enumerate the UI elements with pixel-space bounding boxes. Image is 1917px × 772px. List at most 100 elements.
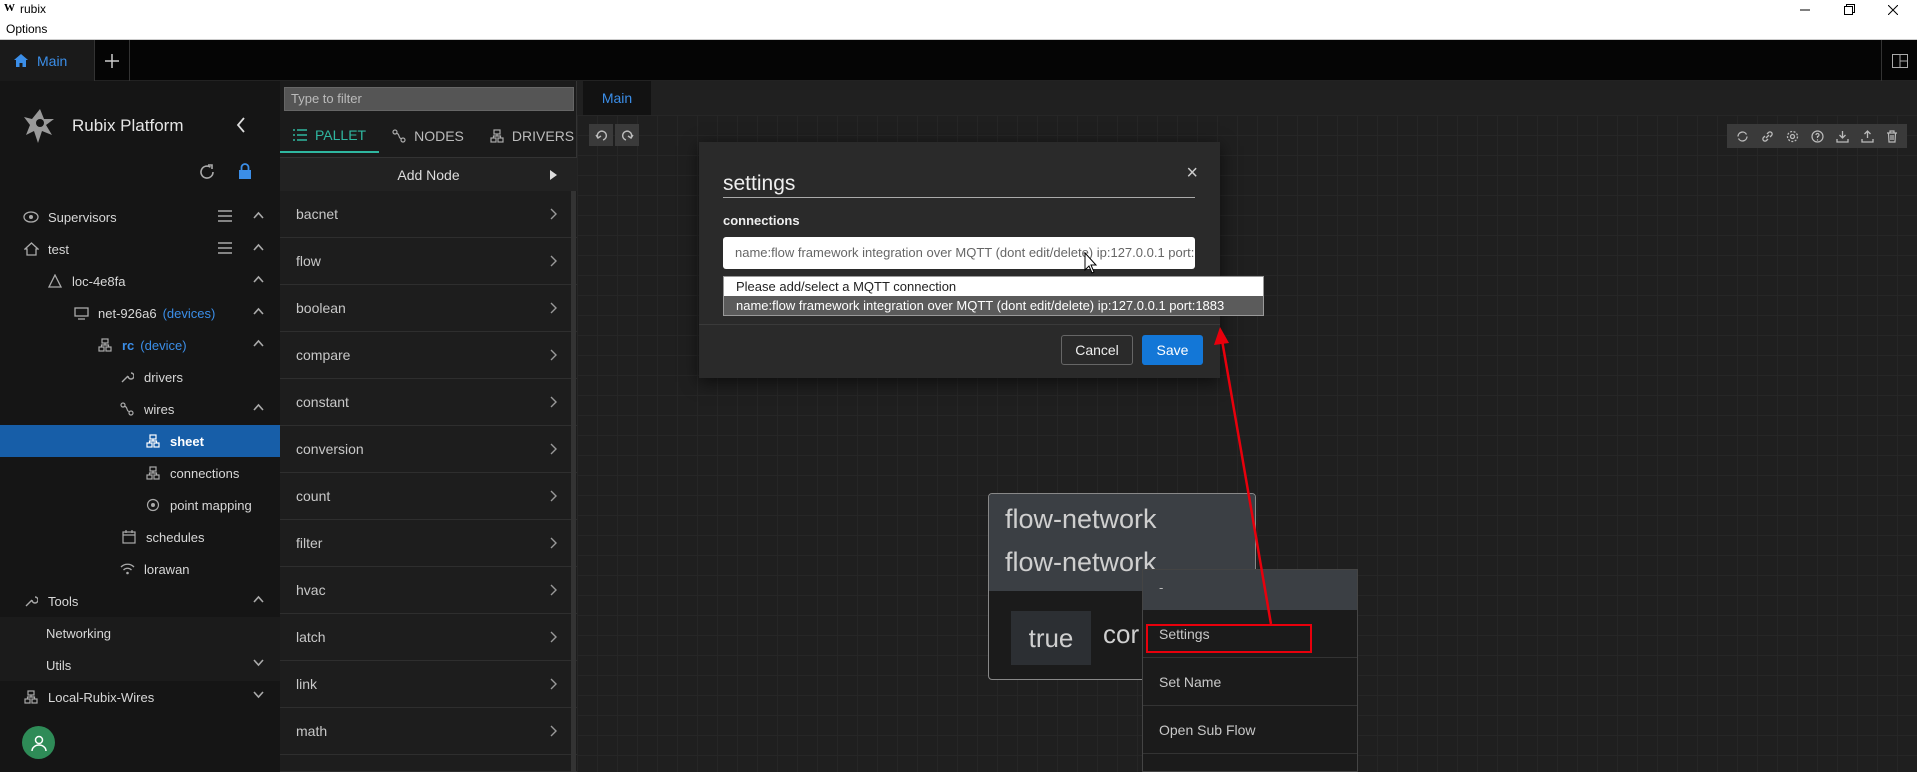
delete-button[interactable]	[1880, 126, 1904, 146]
minimize-icon	[1800, 9, 1810, 10]
tree-item-device[interactable]: rc (device)	[0, 329, 280, 361]
tree-item-sub: (devices)	[162, 305, 216, 321]
chevron-up-icon[interactable]	[253, 339, 264, 347]
category-bacnet[interactable]: bacnet	[280, 191, 577, 238]
wifi-icon	[118, 560, 136, 578]
tree-item-sheet[interactable]: sheet	[0, 425, 280, 457]
filter-input[interactable]: Type to filter	[284, 87, 574, 111]
layout-toggle-button[interactable]	[1881, 40, 1917, 81]
tree-item-label: lorawan	[144, 561, 190, 577]
tab-nodes[interactable]: NODES	[379, 119, 477, 153]
tree-item-lorawan[interactable]: lorawan	[0, 553, 280, 585]
save-button[interactable]: Save	[1142, 335, 1203, 365]
tab-nodes-label: NODES	[414, 128, 464, 144]
tab-drivers[interactable]: DRIVERS	[477, 119, 587, 153]
node-title: flow-network	[1005, 504, 1157, 534]
chevron-up-icon[interactable]	[253, 307, 264, 315]
tree-item-label: wires	[144, 401, 175, 417]
upload-icon	[1860, 129, 1874, 143]
category-compare[interactable]: compare	[280, 332, 577, 379]
lock-button[interactable]	[238, 163, 252, 180]
tree-item-wires[interactable]: wires	[0, 393, 280, 425]
gear-icon	[1786, 130, 1798, 142]
category-hvac[interactable]: hvac	[280, 567, 577, 614]
editor-tab-main[interactable]: Main	[583, 81, 651, 115]
menu-icon[interactable]	[218, 210, 232, 222]
category-boolean[interactable]: boolean	[280, 285, 577, 332]
chevron-down-icon[interactable]	[253, 659, 264, 667]
menu-bar: Options	[0, 19, 1917, 40]
computer-icon	[72, 304, 90, 322]
node-subtitle: flow-network	[1005, 547, 1157, 577]
upload-button[interactable]	[1855, 126, 1879, 146]
category-filter[interactable]: filter	[280, 520, 577, 567]
category-label: count	[296, 488, 331, 504]
restore-button[interactable]	[1827, 0, 1871, 19]
menu-item-set-name[interactable]: Set Name	[1143, 658, 1357, 706]
brand-name: Rubix Platform	[72, 116, 184, 135]
category-label: compare	[296, 347, 351, 363]
category-constant[interactable]: constant	[280, 379, 577, 426]
download-button[interactable]	[1830, 126, 1854, 146]
chevron-down-icon[interactable]	[253, 691, 264, 699]
category-link[interactable]: link	[280, 661, 577, 708]
undo-button[interactable]	[589, 124, 613, 146]
tree-item-drivers[interactable]: drivers	[0, 361, 280, 393]
category-math[interactable]: math	[280, 708, 577, 755]
tree-item-test[interactable]: test	[0, 233, 280, 265]
cancel-button[interactable]: Cancel	[1061, 335, 1133, 365]
minimize-button[interactable]	[1783, 0, 1827, 19]
window-title: rubix	[20, 2, 47, 16]
tree-item-utils[interactable]: Utils	[0, 649, 280, 681]
nodes-icon	[392, 129, 406, 143]
context-menu-header: -	[1143, 570, 1357, 610]
avatar[interactable]	[22, 726, 55, 759]
collapse-sidebar-button[interactable]	[236, 117, 246, 133]
tab-pallet[interactable]: PALLET	[280, 119, 380, 153]
chevron-up-icon[interactable]	[253, 595, 264, 603]
node-output-label: cor	[1103, 619, 1140, 649]
category-conversion[interactable]: conversion	[280, 426, 577, 473]
tree-item-networking[interactable]: Networking	[0, 617, 280, 649]
help-button[interactable]	[1805, 126, 1829, 146]
tab-main[interactable]: Main	[0, 40, 94, 81]
tree-item-location[interactable]: loc-4e8fa	[0, 265, 280, 297]
tree-item-schedules[interactable]: schedules	[0, 521, 280, 553]
menu-icon[interactable]	[218, 242, 232, 254]
chevron-right-icon	[550, 396, 557, 408]
tree-item-connections[interactable]: connections	[0, 457, 280, 489]
category-label: filter	[296, 535, 323, 551]
settings-button[interactable]	[1780, 126, 1804, 146]
tree-item-tools[interactable]: Tools	[0, 585, 280, 617]
category-count[interactable]: count	[280, 473, 577, 520]
menu-item-open-sub-flow[interactable]: Open Sub Flow	[1143, 706, 1357, 754]
drivers-icon	[490, 129, 504, 143]
category-flow[interactable]: flow	[280, 238, 577, 285]
add-tab-button[interactable]	[94, 40, 130, 81]
refresh-button[interactable]	[198, 163, 216, 181]
close-window-button[interactable]	[1871, 0, 1915, 19]
palette-scrollbar[interactable]	[571, 191, 576, 772]
chevron-up-icon[interactable]	[253, 211, 264, 219]
redo-button[interactable]	[615, 124, 639, 146]
chevron-right-icon	[550, 584, 557, 596]
annotation-highlight-box	[1146, 624, 1312, 653]
menu-options[interactable]: Options	[6, 22, 47, 36]
chevron-up-icon[interactable]	[253, 275, 264, 283]
chevron-up-icon[interactable]	[253, 243, 264, 251]
connections-select[interactable]: name:flow framework integration over MQT…	[723, 237, 1195, 269]
tree-item-supervisors[interactable]: Supervisors	[0, 201, 280, 233]
dropdown-option[interactable]: Please add/select a MQTT connection	[724, 277, 1263, 296]
dialog-close-icon[interactable]: ×	[1186, 162, 1198, 185]
link-button[interactable]	[1755, 126, 1779, 146]
category-latch[interactable]: latch	[280, 614, 577, 661]
dropdown-option-selected[interactable]: name:flow framework integration over MQT…	[724, 296, 1263, 315]
add-node-header[interactable]: Add Node	[280, 157, 577, 191]
tree-item-label: rc	[122, 337, 135, 353]
tree-item-point-mapping[interactable]: point mapping	[0, 489, 280, 521]
sync-button[interactable]	[1730, 126, 1754, 146]
chevron-up-icon[interactable]	[253, 403, 264, 411]
tree-item-local-rubix-wires[interactable]: Local-Rubix-Wires	[0, 681, 280, 713]
link-icon	[1761, 130, 1773, 142]
tree-item-network[interactable]: net-926a6 (devices)	[0, 297, 280, 329]
